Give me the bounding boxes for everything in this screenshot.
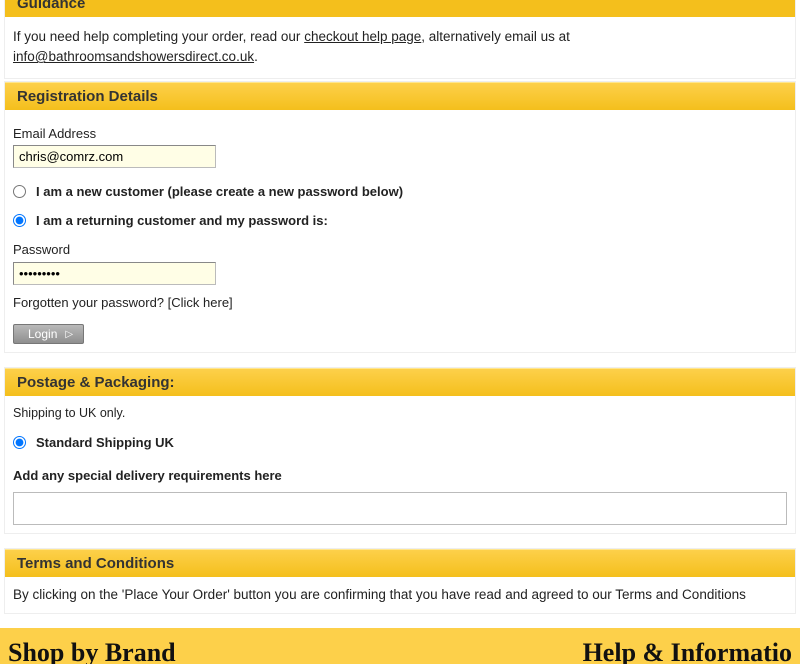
guidance-header: Guidance xyxy=(5,0,795,17)
radio-returning-customer-row[interactable]: I am a returning customer and my passwor… xyxy=(13,211,787,231)
standard-shipping-label: Standard Shipping UK xyxy=(36,433,174,453)
section-registration: Registration Details Email Address I am … xyxy=(4,81,796,354)
registration-header: Registration Details xyxy=(5,82,795,110)
radio-returning-customer-label: I am a returning customer and my passwor… xyxy=(36,211,328,231)
guidance-text-suffix: . xyxy=(254,49,258,64)
registration-body: Email Address I am a new customer (pleas… xyxy=(5,110,795,353)
delivery-requirements-field[interactable] xyxy=(13,492,787,525)
password-label: Password xyxy=(13,240,787,260)
guidance-text-prefix: If you need help completing your order, … xyxy=(13,29,304,44)
terms-header: Terms and Conditions xyxy=(5,549,795,577)
radio-new-customer-row[interactable]: I am a new customer (please create a new… xyxy=(13,182,787,202)
shipping-note: Shipping to UK only. xyxy=(13,404,787,423)
email-field[interactable] xyxy=(13,145,216,168)
guidance-email-link[interactable]: info@bathroomsandshowersdirect.co.uk xyxy=(13,49,254,64)
postage-body: Shipping to UK only. Standard Shipping U… xyxy=(5,396,795,533)
section-terms: Terms and Conditions By clicking on the … xyxy=(4,548,796,614)
radio-standard-shipping[interactable] xyxy=(13,436,26,449)
email-label: Email Address xyxy=(13,124,787,144)
forgot-password-link[interactable]: Click here xyxy=(171,295,229,310)
login-button[interactable]: Login ▷ xyxy=(13,324,84,344)
footer-help-information: Help & Informatio xyxy=(583,638,792,664)
login-button-label: Login xyxy=(28,327,57,341)
section-guidance: Guidance If you need help completing you… xyxy=(4,0,796,79)
forgot-prefix: Forgotten your password? [ xyxy=(13,295,171,310)
radio-new-customer-label: I am a new customer (please create a new… xyxy=(36,182,403,202)
standard-shipping-row[interactable]: Standard Shipping UK xyxy=(13,433,787,453)
postage-header: Postage & Packaging: xyxy=(5,368,795,396)
delivery-requirements-label: Add any special delivery requirements he… xyxy=(13,466,787,486)
terms-body: By clicking on the 'Place Your Order' bu… xyxy=(5,577,795,613)
password-field[interactable] xyxy=(13,262,216,285)
guidance-body: If you need help completing your order, … xyxy=(5,17,795,78)
radio-returning-customer[interactable] xyxy=(13,214,26,227)
guidance-text-middle: , alternatively email us at xyxy=(421,29,570,44)
section-postage: Postage & Packaging: Shipping to UK only… xyxy=(4,367,796,534)
radio-new-customer[interactable] xyxy=(13,185,26,198)
footer-shop-by-brand: Shop by Brand xyxy=(8,638,176,664)
checkout-help-link[interactable]: checkout help page xyxy=(304,29,421,44)
forgot-password-text: Forgotten your password? [Click here] xyxy=(13,293,787,313)
footer-strip: Shop by Brand Help & Informatio xyxy=(0,628,800,664)
forgot-suffix: ] xyxy=(229,295,233,310)
triangle-right-icon: ▷ xyxy=(65,329,73,340)
